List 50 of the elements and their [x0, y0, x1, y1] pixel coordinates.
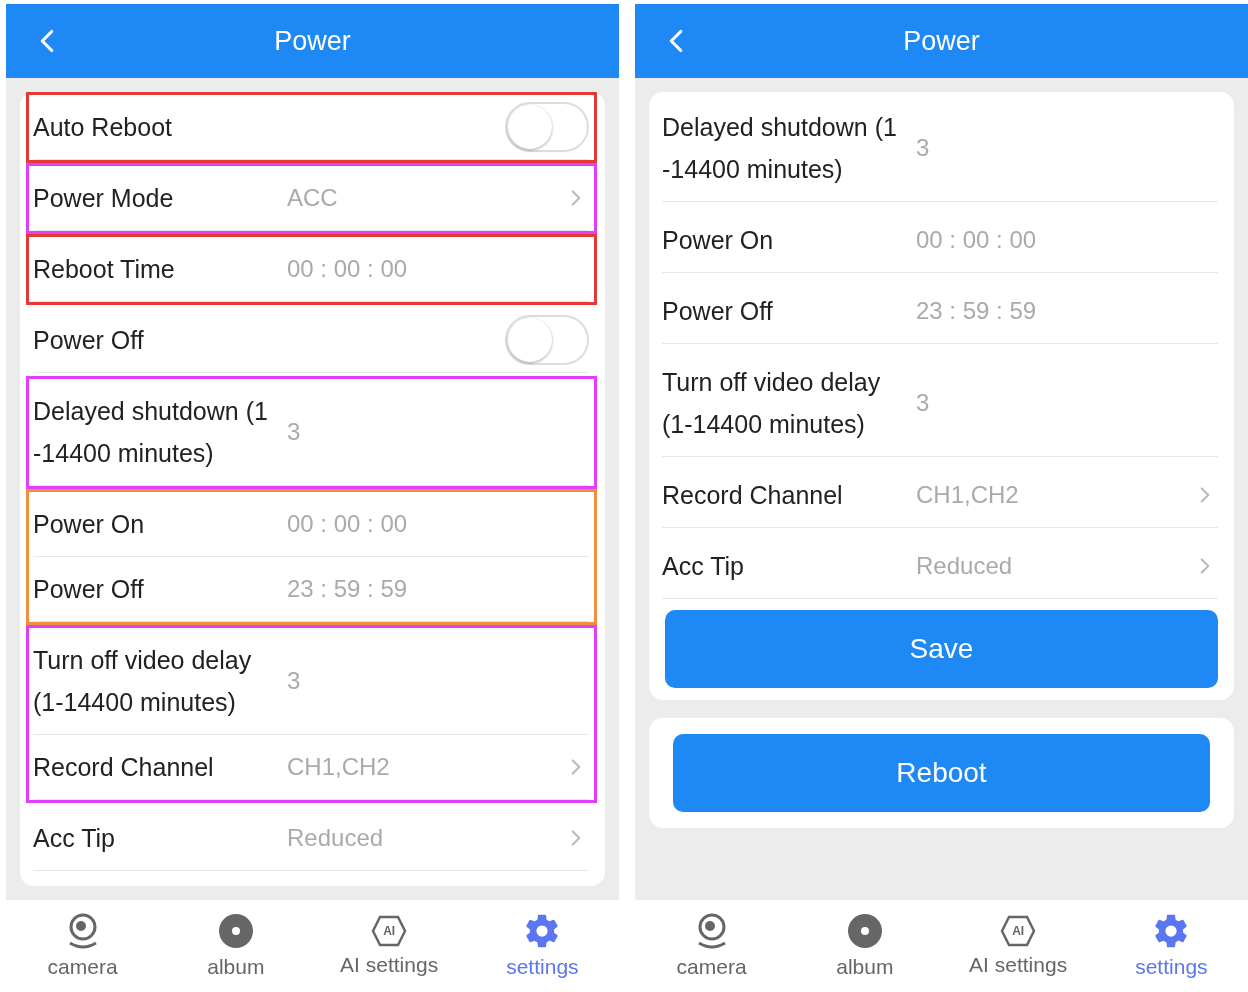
- setting-value: 3: [287, 667, 302, 695]
- setting-label: Power Off: [33, 574, 145, 605]
- screen-title: Power: [274, 25, 351, 57]
- ai-hexagon-icon: AI: [371, 915, 408, 947]
- tab[interactable]: AI AI settings: [941, 900, 1095, 988]
- tab[interactable]: camera: [6, 900, 160, 988]
- setting-label: Power On: [662, 225, 775, 256]
- setting-value[interactable]: Reduced: [287, 824, 563, 852]
- setting-label: Power Mode: [33, 183, 175, 214]
- tab[interactable]: album: [788, 900, 942, 988]
- setting-value: 00 : 00 : 00: [916, 226, 1038, 254]
- setting-label: Turn off video delay (1-14400 minutes): [33, 645, 253, 718]
- setting-label: Power Off: [33, 325, 145, 356]
- setting-value[interactable]: ACC: [287, 184, 563, 212]
- setting-label: Delayed shutdown (1 -14400 minutes): [662, 112, 898, 185]
- setting-label: Auto Reboot: [33, 112, 173, 143]
- setting-value: 23 : 59 : 59: [916, 297, 1038, 325]
- setting-label: Power On: [33, 509, 146, 540]
- tab[interactable]: album: [159, 900, 313, 988]
- setting-value[interactable]: CH1,CH2: [287, 753, 563, 781]
- setting-label: Record Channel: [33, 752, 215, 783]
- setting-label: Acc Tip: [662, 551, 745, 582]
- ai-hexagon-icon: AI: [1000, 915, 1037, 947]
- tab[interactable]: camera: [635, 900, 789, 988]
- setting-value: 00 : 00 : 00: [287, 255, 409, 283]
- setting-label: Delayed shutdown (1 -14400 minutes): [33, 396, 269, 469]
- toggle-switch[interactable]: [505, 315, 589, 365]
- setting-value[interactable]: CH1,CH2: [916, 481, 1192, 509]
- setting-value: 00 : 00 : 00: [287, 510, 409, 538]
- setting-value: 23 : 59 : 59: [287, 575, 409, 603]
- setting-value: 3: [916, 389, 931, 417]
- disc-icon: [846, 913, 883, 949]
- setting-value[interactable]: Reduced: [916, 552, 1192, 580]
- setting-label: Power Off: [662, 296, 774, 327]
- setting-value: 3: [287, 418, 302, 446]
- screen-title: Power: [903, 25, 980, 57]
- setting-value: 3: [916, 134, 931, 162]
- tab[interactable]: settings: [465, 900, 619, 988]
- tab[interactable]: AI AI settings: [312, 900, 466, 988]
- setting-label: Record Channel: [662, 480, 844, 511]
- setting-label: Turn off video delay (1-14400 minutes): [662, 367, 882, 440]
- save-button[interactable]: Save: [665, 610, 1218, 688]
- tab[interactable]: settings: [1094, 900, 1248, 988]
- toggle-switch[interactable]: [505, 102, 589, 152]
- setting-label: Acc Tip: [33, 823, 116, 854]
- settings-icon: [524, 913, 561, 949]
- disc-icon: [217, 913, 254, 949]
- setting-label: Reboot Time: [33, 254, 176, 285]
- settings-icon: [1153, 913, 1190, 949]
- reboot-button[interactable]: Reboot: [673, 734, 1210, 812]
